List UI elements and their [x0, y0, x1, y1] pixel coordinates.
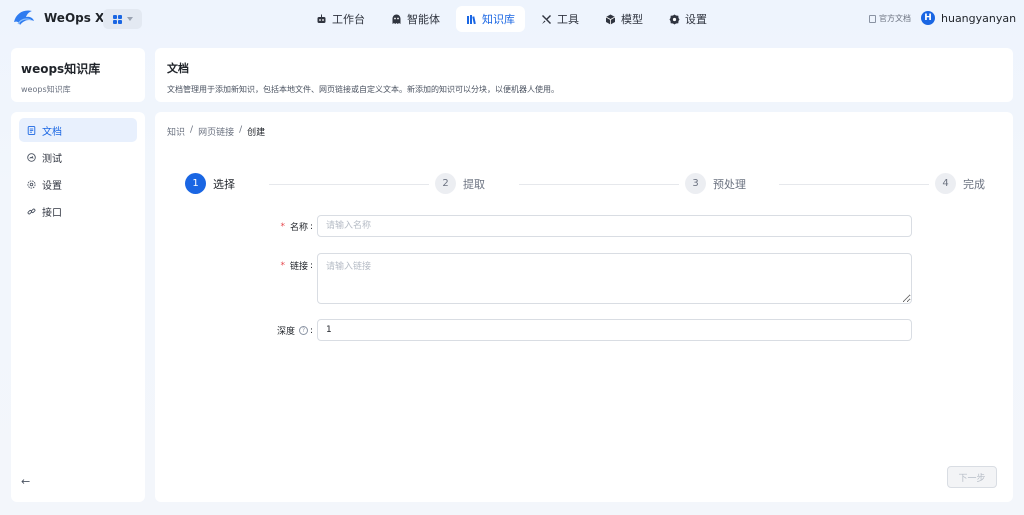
required-mark: *: [280, 260, 285, 271]
step-connector: [519, 184, 679, 185]
gear-icon: [669, 14, 680, 25]
step-label: 预处理: [713, 177, 746, 191]
form-row-name: * 名称 :: [155, 215, 1013, 237]
step-label: 完成: [963, 177, 985, 191]
label-colon: :: [309, 260, 313, 271]
sidebar-item-label: 设置: [42, 180, 62, 192]
step-number: 1: [185, 173, 206, 194]
cube-icon: [605, 14, 616, 25]
step-connector: [779, 184, 929, 185]
test-icon: [27, 152, 36, 162]
form-row-link: * 链接 :: [155, 253, 1013, 304]
step-number: 2: [435, 173, 456, 194]
depth-label: 深度 ? :: [276, 324, 313, 338]
settings-icon: [27, 179, 36, 189]
nav-item-label: 工作台: [332, 13, 365, 26]
link-label: * 链接 :: [280, 259, 313, 273]
next-step-button[interactable]: 下一步: [947, 466, 997, 488]
top-bar: WeOps X 工作台 智能体 知识库 工具 模型 设置 官方文档 H huan…: [0, 0, 1024, 38]
page-title: 文档: [167, 62, 189, 75]
label-colon: :: [309, 221, 313, 232]
breadcrumb-item-knowledge[interactable]: 知识: [167, 125, 185, 138]
nav-item-tools[interactable]: 工具: [531, 6, 589, 32]
file-icon: [869, 14, 876, 23]
nav-item-label: 智能体: [407, 13, 440, 26]
link-icon: [27, 207, 36, 216]
sidebar-item-api[interactable]: 接口: [19, 199, 137, 223]
arrow-left-icon[interactable]: ←: [21, 476, 33, 488]
nav-item-settings[interactable]: 设置: [659, 6, 717, 32]
question-circle-icon[interactable]: ?: [298, 326, 308, 335]
side-menu: 文档 测试 设置 接口 ←: [11, 112, 145, 502]
nav-item-workbench[interactable]: 工作台: [306, 6, 375, 32]
name-input[interactable]: [317, 215, 912, 237]
nav-item-agents[interactable]: 智能体: [381, 6, 450, 32]
step-complete: 4 完成: [935, 173, 985, 194]
breadcrumb-item-web-link[interactable]: 网页链接: [198, 125, 234, 138]
breadcrumb-separator: /: [190, 125, 194, 135]
label-colon: :: [309, 325, 313, 336]
app-name: WeOps X: [44, 11, 105, 25]
agent-icon: [391, 14, 402, 25]
nav-item-knowledge-base[interactable]: 知识库: [456, 6, 525, 32]
nav-item-label: 模型: [621, 13, 643, 26]
document-icon: [27, 125, 36, 135]
sidebar-item-label: 文档: [42, 126, 62, 138]
official-docs-link[interactable]: 官方文档: [869, 13, 911, 24]
tools-icon: [541, 14, 552, 25]
link-textarea[interactable]: [317, 253, 912, 304]
step-connector: [269, 184, 429, 185]
books-icon: [466, 14, 477, 25]
app-switcher-button[interactable]: [103, 9, 142, 29]
nav-item-label: 设置: [685, 13, 707, 26]
nav-item-label: 工具: [557, 13, 579, 26]
main-nav: 工作台 智能体 知识库 工具 模型 设置: [306, 6, 717, 32]
breadcrumb: 知识 / 网页链接 / 创建: [167, 125, 265, 138]
sidebar-item-settings[interactable]: 设置: [19, 172, 137, 196]
steps-indicator: 1 选择 2 提取 3 预处理 4 完成: [185, 173, 985, 195]
step-number: 3: [685, 173, 706, 194]
robot-icon: [316, 14, 327, 25]
step-label: 选择: [213, 177, 235, 191]
name-label-text: 名称: [289, 223, 308, 233]
page-header-card: 文档 文档管理用于添加新知识，包括本地文件、网页链接或自定义文本。新添加的知识可…: [155, 48, 1013, 102]
user-menu[interactable]: H huangyanyan: [921, 11, 1024, 25]
name-label: * 名称 :: [280, 220, 313, 234]
breadcrumb-item-create: 创建: [247, 128, 266, 138]
sidebar-item-label: 测试: [42, 153, 62, 165]
sidebar-item-testing[interactable]: 测试: [19, 145, 137, 169]
breadcrumb-separator: /: [239, 125, 243, 135]
form-row-depth: 深度 ? :: [155, 319, 1013, 341]
knowledge-base-title: weops知识库: [21, 62, 101, 76]
chevron-down-icon: [126, 17, 133, 21]
weops-logo-icon[interactable]: [12, 7, 36, 29]
page-description: 文档管理用于添加新知识，包括本地文件、网页链接或自定义文本。新添加的知识可以分块…: [167, 85, 559, 94]
apps-grid-icon: [112, 14, 122, 24]
sidebar-item-label: 接口: [42, 207, 62, 219]
link-label-text: 链接: [289, 262, 308, 272]
sidebar-item-documents[interactable]: 文档: [19, 118, 137, 142]
required-mark: *: [280, 221, 285, 232]
avatar: H: [921, 11, 935, 25]
main-content: 知识 / 网页链接 / 创建 1 选择 2 提取 3 预处理 4 完成 * 名称: [155, 112, 1013, 502]
official-docs-label: 官方文档: [879, 14, 911, 23]
step-number: 4: [935, 173, 956, 194]
depth-label-text: 深度: [276, 327, 295, 337]
step-select: 1 选择: [185, 173, 235, 194]
step-preprocess: 3 预处理: [685, 173, 746, 194]
knowledge-base-subtitle: weops知识库: [21, 85, 71, 94]
nav-item-models[interactable]: 模型: [595, 6, 653, 32]
step-label: 提取: [463, 177, 485, 191]
user-name: huangyanyan: [941, 11, 1017, 25]
knowledge-base-card: weops知识库 weops知识库: [11, 48, 145, 102]
depth-input[interactable]: [317, 319, 912, 341]
step-extract: 2 提取: [435, 173, 485, 194]
nav-item-label: 知识库: [482, 13, 515, 26]
